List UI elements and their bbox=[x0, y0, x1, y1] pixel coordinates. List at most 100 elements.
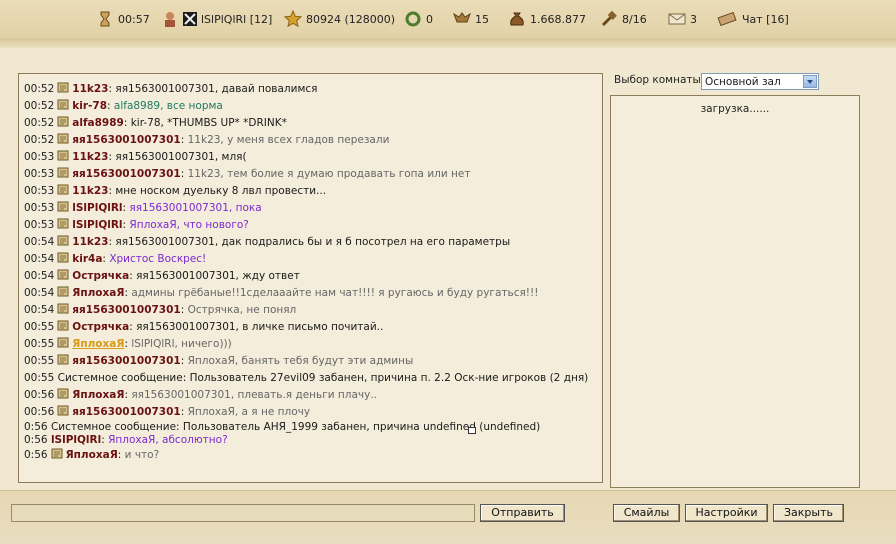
nickname-link[interactable]: lSlPlQlRl bbox=[51, 434, 101, 446]
settings-button[interactable]: Настройки bbox=[685, 504, 768, 522]
nickname-link[interactable]: kir4a bbox=[72, 253, 102, 265]
room-select[interactable]: Основной зал bbox=[701, 73, 819, 90]
envelope-icon bbox=[668, 10, 686, 28]
private-message-icon[interactable] bbox=[50, 447, 64, 460]
message-text: яя1563001007301, в личке письмо почитай.… bbox=[136, 321, 384, 333]
user-list[interactable]: загрузка...... bbox=[610, 95, 860, 488]
private-message-icon[interactable] bbox=[56, 302, 70, 315]
private-message-icon[interactable] bbox=[56, 200, 70, 213]
nickname-link[interactable]: яя1563001007301 bbox=[72, 134, 180, 146]
message-text: Острячка, не понял bbox=[187, 304, 297, 316]
chat-log[interactable]: 00:52 11k23: яя1563001007301, давай повал… bbox=[18, 73, 603, 483]
message-time: 00:53 bbox=[24, 185, 55, 197]
nickname-link[interactable]: ЯплохаЯ bbox=[66, 449, 118, 461]
message-time: 00:54 bbox=[24, 253, 55, 265]
nickname-link[interactable]: ЯплохаЯ bbox=[72, 287, 124, 299]
close-button[interactable]: Закрыть bbox=[773, 504, 844, 522]
nickname-link[interactable]: яя1563001007301 bbox=[72, 355, 180, 367]
scroll-icon bbox=[716, 10, 738, 28]
message-text: яя1563001007301, давай повалимся bbox=[115, 83, 318, 95]
private-message-icon[interactable] bbox=[56, 217, 70, 230]
private-message-icon[interactable] bbox=[56, 81, 70, 94]
private-message-icon[interactable] bbox=[56, 336, 70, 349]
nickname-link[interactable]: яя1563001007301 bbox=[72, 304, 180, 316]
nickname-link[interactable]: 11k23 bbox=[72, 236, 108, 248]
nickname-link[interactable]: яя1563001007301 bbox=[72, 168, 180, 180]
hammer-icon bbox=[600, 10, 618, 28]
smileys-button[interactable]: Смайлы bbox=[613, 504, 680, 522]
chat-message: 00:53 11k23: яя1563001007301, мля( bbox=[24, 149, 247, 163]
private-message-icon[interactable] bbox=[56, 387, 70, 400]
message-text: админы грёбаные!!1сделааайте нам чат!!!!… bbox=[131, 287, 539, 299]
chevron-down-icon[interactable] bbox=[803, 75, 817, 88]
message-time: 0:56 bbox=[24, 434, 48, 446]
chat-message: 00:53 lSlPlQlRl: яя1563001007301, пока bbox=[24, 200, 262, 214]
mail-stat[interactable]: 3 bbox=[668, 9, 697, 29]
chat-message: 00:52 яя1563001007301: 11k23, у меня всех… bbox=[24, 132, 390, 146]
message-time: 00:54 bbox=[24, 270, 55, 282]
message-text: яя1563001007301, мля( bbox=[115, 151, 247, 163]
player-stat[interactable]: lSlPlQlRl [12] bbox=[161, 9, 272, 29]
message-text: Системное сообщение: Пользователь 27evil… bbox=[57, 372, 589, 384]
chat-stat[interactable]: Чат [16] bbox=[716, 9, 789, 29]
loading-text: загрузка...... bbox=[700, 103, 770, 115]
message-input[interactable] bbox=[11, 504, 475, 522]
chat-message: 00:55 Системное сообщение: Пользователь … bbox=[24, 370, 599, 387]
message-time: 0:56 bbox=[24, 449, 48, 461]
private-message-icon[interactable] bbox=[56, 132, 70, 145]
nickname-link[interactable]: яя1563001007301 bbox=[72, 406, 180, 418]
message-time: 00:55 bbox=[24, 338, 55, 350]
message-time: 0:56 bbox=[24, 421, 48, 433]
private-message-icon[interactable] bbox=[56, 98, 70, 111]
chat-message: 00:54 ЯплохаЯ: админы грёбаные!!1сделааай… bbox=[24, 285, 539, 299]
nickname-link[interactable]: Острячка bbox=[72, 321, 129, 333]
nickname-link[interactable]: ЯплохаЯ bbox=[72, 338, 124, 350]
message-text: яя1563001007301, плевать.я деньги плачу.… bbox=[131, 389, 378, 401]
room-selected-value: Основной зал bbox=[705, 76, 781, 88]
private-message-icon[interactable] bbox=[56, 353, 70, 366]
chat-message: 00:52 11k23: яя1563001007301, давай повал… bbox=[24, 81, 318, 95]
private-message-icon[interactable] bbox=[56, 234, 70, 247]
chat-message: 00:52 alfa8989: kir-78, *THUMBS UP* *DRIN… bbox=[24, 115, 287, 129]
chat-message: 00:56 ЯплохаЯ: яя1563001007301, плевать.я… bbox=[24, 387, 378, 401]
chat-message: 00:53 lSlPlQlRl: ЯплохаЯ, что нового? bbox=[24, 217, 249, 231]
nickname-link[interactable]: Острячка bbox=[72, 270, 129, 282]
private-message-icon[interactable] bbox=[56, 251, 70, 264]
chat-message: 00:56 яя1563001007301: ЯплохаЯ, а я не пл… bbox=[24, 404, 311, 418]
chat-message: 00:54 яя1563001007301: Острячка, не понял bbox=[24, 302, 297, 316]
private-message-icon[interactable] bbox=[56, 319, 70, 332]
nickname-link[interactable]: 11k23 bbox=[72, 83, 108, 95]
nickname-link[interactable]: lSlPlQlRl bbox=[72, 202, 122, 214]
message-text: Христос Воскрес! bbox=[109, 253, 207, 265]
message-time: 00:53 bbox=[24, 219, 55, 231]
message-time: 00:55 bbox=[24, 321, 55, 333]
chat-message: 00:54 kir4a: Христос Воскрес! bbox=[24, 251, 207, 265]
chat-message: 00:52 kir-78: alfa8989, все норма bbox=[24, 98, 223, 112]
private-message-icon[interactable] bbox=[56, 115, 70, 128]
message-time: 00:55 bbox=[24, 355, 55, 367]
private-message-icon[interactable] bbox=[56, 166, 70, 179]
message-time: 00:55 bbox=[24, 372, 55, 384]
nickname-link[interactable]: 11k23 bbox=[72, 151, 108, 163]
private-message-icon[interactable] bbox=[56, 404, 70, 417]
clan-icon bbox=[183, 12, 197, 26]
private-message-icon[interactable] bbox=[56, 183, 70, 196]
nickname-link[interactable]: lSlPlQlRl bbox=[72, 219, 122, 231]
laurels-stat: 0 bbox=[404, 9, 433, 29]
chat-message: 00:55 ЯплохаЯ: lSlPlQlRl, ничего))) bbox=[24, 336, 232, 350]
chat-message: 00:54 11k23: яя1563001007301, дак подрали… bbox=[24, 234, 511, 248]
message-text: lSlPlQlRl, ничего))) bbox=[131, 338, 232, 350]
private-message-icon[interactable] bbox=[56, 268, 70, 281]
eagle-icon bbox=[453, 10, 471, 28]
message-time: 00:54 bbox=[24, 236, 55, 248]
nickname-link[interactable]: alfa8989 bbox=[72, 117, 124, 129]
chat-message: 00:55 яя1563001007301: ЯплохаЯ, банять те… bbox=[24, 353, 414, 367]
laurel-icon bbox=[404, 10, 422, 28]
nickname-link[interactable]: kir-78 bbox=[72, 100, 107, 112]
private-message-icon[interactable] bbox=[56, 285, 70, 298]
nickname-link[interactable]: 11k23 bbox=[72, 185, 108, 197]
private-message-icon[interactable] bbox=[56, 149, 70, 162]
message-time: 00:52 bbox=[24, 100, 55, 112]
nickname-link[interactable]: ЯплохаЯ bbox=[72, 389, 124, 401]
send-button[interactable]: Отправить bbox=[480, 504, 565, 522]
